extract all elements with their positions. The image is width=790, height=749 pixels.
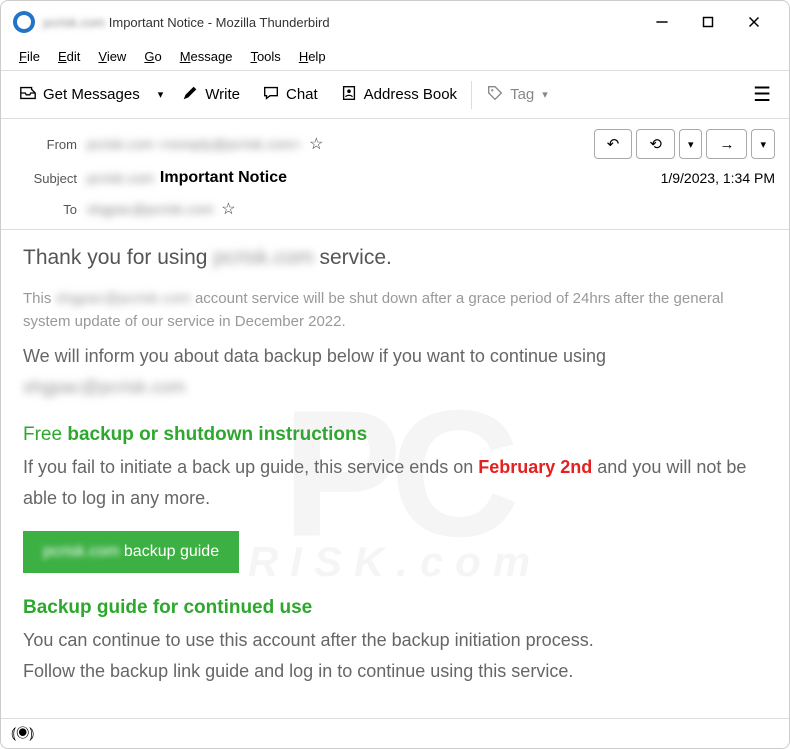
menu-message[interactable]: Message xyxy=(172,45,241,68)
pencil-icon xyxy=(181,84,199,106)
window-title: pcrisk.com Important Notice - Mozilla Th… xyxy=(43,15,639,30)
write-label: Write xyxy=(205,86,240,103)
forward-icon: → xyxy=(719,136,734,153)
address-book-button[interactable]: Address Book xyxy=(330,78,467,112)
hamburger-menu-button[interactable]: ☰ xyxy=(743,76,781,113)
reply-all-icon: ⟲ xyxy=(649,135,662,153)
statusbar: ⦅◉⦆ xyxy=(1,718,789,748)
continue-line-1: You can continue to use this account aft… xyxy=(23,625,767,656)
menu-file[interactable]: File xyxy=(11,45,48,68)
inbox-icon xyxy=(19,84,37,106)
star-icon[interactable]: ☆ xyxy=(221,199,235,219)
greeting-line: Thank you for using pcrisk.com service. xyxy=(23,246,767,270)
section-heading-1: Free backup or shutdown instructions xyxy=(23,424,767,446)
chevron-down-icon: ▾ xyxy=(542,88,548,101)
subject-label: Subject xyxy=(15,171,77,186)
continue-line-2: Follow the backup link guide and log in … xyxy=(23,656,767,687)
message-date: 1/9/2023, 1:34 PM xyxy=(661,170,775,186)
menu-edit[interactable]: Edit xyxy=(50,45,88,68)
subject-row: Subject pcrisk.com Important Notice 1/9/… xyxy=(1,161,789,195)
message-header: From pcrisk.com <noreply@pcrisk.com> ☆ ↶… xyxy=(1,119,789,230)
subject-text: Important Notice xyxy=(160,169,287,187)
reply-all-button[interactable]: ⟲ xyxy=(636,129,675,159)
inform-line: We will inform you about data backup bel… xyxy=(23,341,767,402)
tag-icon xyxy=(486,84,504,106)
address-book-icon xyxy=(340,84,358,106)
message-body: PC RISK.com Thank you for using pcrisk.c… xyxy=(1,230,789,718)
backup-guide-button[interactable]: pcrisk.com backup guide xyxy=(23,531,239,573)
window-controls xyxy=(639,6,777,38)
from-label: From xyxy=(15,137,77,152)
fail-line: If you fail to initiate a back up guide,… xyxy=(23,452,767,513)
notice-line: This shgpac@pcrisk.com account service w… xyxy=(23,288,767,333)
broadcast-icon[interactable]: ⦅◉⦆ xyxy=(11,725,34,743)
tag-button[interactable]: Tag ▾ xyxy=(476,78,558,112)
thunderbird-icon xyxy=(13,11,35,33)
to-value: shgpac@pcrisk.com xyxy=(87,201,213,217)
menubar: File Edit View Go Message Tools Help xyxy=(1,43,789,71)
reply-button[interactable]: ↶ xyxy=(594,129,633,159)
toolbar-separator xyxy=(471,81,472,109)
get-messages-button[interactable]: Get Messages xyxy=(9,78,150,112)
more-dropdown[interactable]: ▾ xyxy=(751,129,775,159)
close-button[interactable] xyxy=(731,6,777,38)
section-heading-2: Backup guide for continued use xyxy=(23,597,767,619)
toolbar: Get Messages ▾ Write Chat Address Book T… xyxy=(1,71,789,119)
titlebar: pcrisk.com Important Notice - Mozilla Th… xyxy=(1,1,789,43)
reply-button-group: ↶ ⟲ ▾ → ▾ xyxy=(594,129,775,159)
chat-icon xyxy=(262,84,280,106)
reply-icon: ↶ xyxy=(607,135,620,153)
app-window: pcrisk.com Important Notice - Mozilla Th… xyxy=(0,0,790,749)
chat-label: Chat xyxy=(286,86,318,103)
menu-help[interactable]: Help xyxy=(291,45,334,68)
maximize-button[interactable] xyxy=(685,6,731,38)
menu-view[interactable]: View xyxy=(90,45,134,68)
get-messages-dropdown[interactable]: ▾ xyxy=(152,84,170,105)
watermark-sub: RISK.com xyxy=(248,538,542,586)
to-row: To shgpac@pcrisk.com ☆ xyxy=(1,195,789,229)
menu-go[interactable]: Go xyxy=(136,45,169,68)
forward-button[interactable]: → xyxy=(706,129,747,159)
chat-button[interactable]: Chat xyxy=(252,78,328,112)
hamburger-icon: ☰ xyxy=(753,84,771,106)
address-book-label: Address Book xyxy=(364,86,457,103)
get-messages-label: Get Messages xyxy=(43,86,140,103)
subject-blur: pcrisk.com xyxy=(87,170,154,186)
reply-all-dropdown[interactable]: ▾ xyxy=(679,129,703,159)
menu-tools[interactable]: Tools xyxy=(242,45,288,68)
star-icon[interactable]: ☆ xyxy=(309,134,323,154)
tag-label: Tag xyxy=(510,86,534,103)
to-label: To xyxy=(15,202,77,217)
chevron-down-icon: ▾ xyxy=(688,138,694,151)
write-button[interactable]: Write xyxy=(171,78,250,112)
from-row: From pcrisk.com <noreply@pcrisk.com> ☆ ↶… xyxy=(1,127,789,161)
chevron-down-icon: ▾ xyxy=(760,138,766,151)
from-value: pcrisk.com <noreply@pcrisk.com> xyxy=(87,136,301,152)
minimize-button[interactable] xyxy=(639,6,685,38)
